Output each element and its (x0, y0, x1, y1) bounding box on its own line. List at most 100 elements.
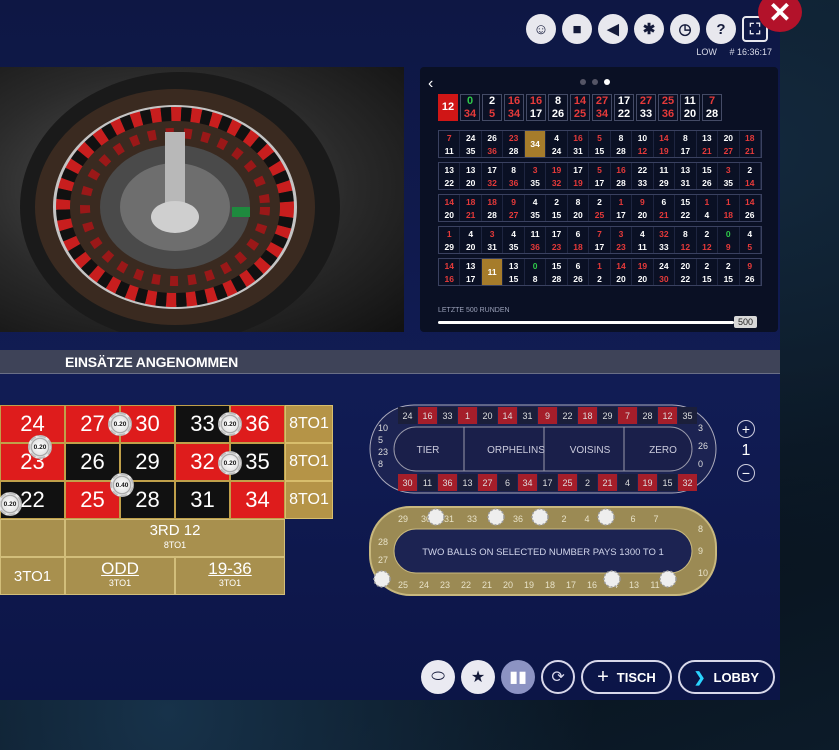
history-number: 8 (503, 163, 525, 176)
bet-chip[interactable]: 0.20 (28, 435, 52, 459)
bet-chip[interactable]: 0.40 (110, 473, 134, 497)
bonus-number-label[interactable]: 19 (524, 580, 534, 590)
bonus-chip[interactable] (597, 508, 615, 526)
bonus-chip[interactable] (373, 570, 391, 588)
odd-bet[interactable]: ODD 3TO1 (65, 557, 175, 595)
last-number-cell: 8 26 (548, 94, 568, 121)
settings-icon[interactable]: ✱ (634, 14, 664, 44)
bonus-number-label[interactable]: 18 (545, 580, 555, 590)
history-number: 5 (740, 240, 761, 253)
bonus-racetrack[interactable]: TWO BALLS ON SELECTED NUMBER PAYS 1300 T… (368, 505, 718, 597)
dozen-2-bet[interactable] (0, 519, 65, 557)
bonus-chip[interactable] (659, 570, 677, 588)
bonus-number-label[interactable]: 27 (378, 555, 388, 565)
racetrack-toggle-icon[interactable]: ⬭ (421, 660, 456, 694)
bonus-number-label[interactable]: 21 (482, 580, 492, 590)
racetrack-number-label: 7 (625, 411, 630, 421)
history-number: 35 (525, 176, 547, 189)
racetrack-section-orphelins[interactable]: ORPHELINS (487, 445, 545, 456)
bonus-chip[interactable] (531, 508, 549, 526)
bonus-number-label[interactable]: 9 (698, 546, 703, 556)
history-number: 8 (525, 272, 547, 285)
bonus-number-label[interactable]: 23 (440, 580, 450, 590)
bonus-number-label[interactable]: 24 (419, 580, 429, 590)
bonus-number-label[interactable]: 36 (513, 514, 523, 524)
bonus-number-label[interactable]: 8 (698, 524, 703, 534)
bonus-number-label[interactable]: 25 (398, 580, 408, 590)
page-dot[interactable] (592, 79, 598, 85)
bonus-number-label[interactable]: 4 (584, 514, 589, 524)
number-cell[interactable]: 26 (65, 443, 120, 481)
bet-chip[interactable]: 0.20 (108, 412, 132, 436)
dozen-3-bet[interactable]: 3RD 12 8TO1 (65, 519, 285, 557)
column-bet[interactable]: 8TO1 (285, 481, 333, 519)
number-cell[interactable]: 34 (230, 481, 285, 519)
number-cell[interactable]: 31 (175, 481, 230, 519)
history-number: 26 (740, 208, 761, 221)
chevron-left-icon[interactable]: ‹ (428, 75, 433, 93)
bonus-text: TWO BALLS ON SELECTED NUMBER PAYS 1300 T… (422, 547, 664, 558)
bonus-number-label[interactable]: 28 (378, 537, 388, 547)
bonus-number-label[interactable]: 29 (398, 514, 408, 524)
history-number: 29 (654, 176, 676, 189)
racetrack-section-zero[interactable]: ZERO (649, 445, 677, 456)
page-dot-active[interactable] (604, 79, 610, 85)
accessibility-icon[interactable]: ☺ (526, 14, 556, 44)
help-icon[interactable]: ? (706, 14, 736, 44)
racetrack-section-tier[interactable]: TIER (417, 445, 440, 456)
statistics-icon[interactable]: ▮▮ (501, 660, 536, 694)
bonus-number-label[interactable]: 22 (461, 580, 471, 590)
bet-chip[interactable]: 0.20 (218, 451, 242, 475)
bonus-number-label[interactable]: 11 (650, 580, 659, 590)
low-bet[interactable]: 3TO1 (0, 557, 65, 595)
last-number-cell: 16 34 (504, 94, 524, 121)
bonus-number-label[interactable]: 13 (629, 580, 639, 590)
column-bet[interactable]: 8TO1 (285, 405, 333, 443)
racetrack-number-label: 33 (442, 411, 452, 421)
history-number: 15 (675, 195, 697, 208)
history-number: 36 (525, 240, 547, 253)
bonus-number-label[interactable]: 17 (566, 580, 576, 590)
history-number: 14 (740, 176, 761, 189)
bet-chip[interactable]: 0.20 (218, 412, 242, 436)
history-number: 5 (589, 131, 611, 144)
bonus-number-label[interactable]: 33 (467, 514, 477, 524)
bonus-number-label[interactable]: 6 (630, 514, 635, 524)
camera-icon[interactable]: ■ (562, 14, 592, 44)
racetrack-section-voisins[interactable]: VOISINS (570, 445, 611, 456)
last-number-cell: 16 17 (526, 94, 546, 121)
history-number: 2 (718, 259, 740, 272)
history-number: 33 (654, 240, 676, 253)
bonus-number-label[interactable]: 7 (653, 514, 658, 524)
zoom-plus-button[interactable]: + (737, 420, 755, 438)
bonus-chip[interactable] (427, 508, 445, 526)
bonus-number-label[interactable]: 10 (698, 568, 708, 578)
dozen-3-payout: 8TO1 (163, 540, 187, 550)
bonus-number-label[interactable]: 20 (503, 580, 513, 590)
history-number: 20 (460, 240, 482, 253)
history-number: 21 (460, 208, 482, 221)
table-meta: LOW # 16:36:17 (686, 47, 772, 57)
rounds-slider[interactable] (438, 321, 734, 324)
lobby-button[interactable]: ❯ LOBBY (677, 660, 775, 694)
table-button[interactable]: + TISCH (581, 660, 672, 694)
bonus-number-label[interactable]: 2 (561, 514, 566, 524)
lobby-button-label: LOBBY (713, 669, 760, 685)
zoom-minus-button[interactable]: − (737, 464, 755, 482)
bonus-chip[interactable] (603, 570, 621, 588)
column-bet[interactable]: 8TO1 (285, 443, 333, 481)
bets-accepted-banner: EINSÄTZE ANGENOMMEN (0, 350, 780, 374)
repeat-icon[interactable]: ⟳ (541, 660, 576, 694)
racetrack[interactable]: 24 16 33 1 20 14 31 9 22 18 29 7 28 12 3530 11 36 13 27 6 34… (368, 403, 718, 495)
bonus-chip[interactable] (487, 508, 505, 526)
high-bet[interactable]: 19-36 3TO1 (175, 557, 285, 595)
history-icon[interactable]: ◷ (670, 14, 700, 44)
favorites-icon[interactable]: ★ (461, 660, 496, 694)
bonus-number-label[interactable]: 31 (444, 514, 454, 524)
bonus-number-label[interactable]: 16 (587, 580, 597, 590)
history-number: 15 (718, 272, 740, 285)
volume-icon[interactable]: ◀ (598, 14, 628, 44)
last-number-value: 20 (683, 107, 697, 120)
page-dot[interactable] (580, 79, 586, 85)
history-number: 26 (482, 131, 504, 144)
